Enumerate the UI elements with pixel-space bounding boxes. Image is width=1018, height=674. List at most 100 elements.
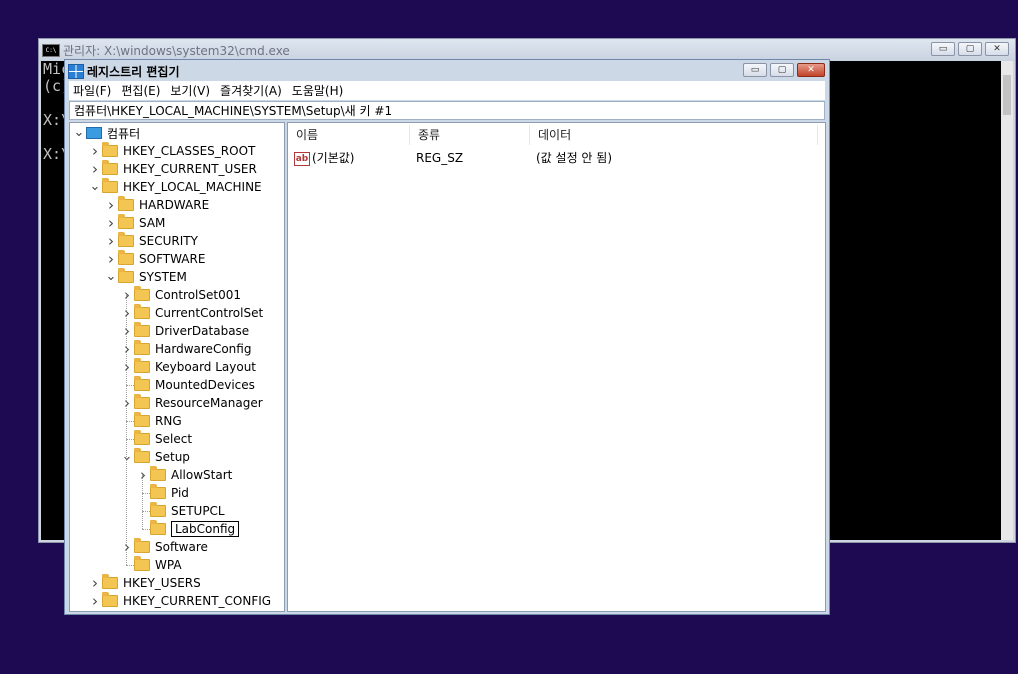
chevron-right-icon[interactable]: › (104, 232, 118, 250)
value-data: (값 설정 안 됨) (536, 151, 613, 165)
folder-icon (118, 214, 134, 229)
menu-file[interactable]: 파일(F) (73, 82, 111, 99)
regedit-close-button[interactable]: ✕ (797, 63, 825, 77)
tree-item[interactable]: ⌄ Setup (120, 448, 190, 466)
tree-item[interactable]: › HARDWARE (104, 196, 209, 214)
chevron-right-icon[interactable]: › (120, 340, 134, 358)
string-value-icon: ab (294, 151, 310, 166)
tree-guide-line (126, 439, 134, 440)
menu-view[interactable]: 보기(V) (170, 82, 210, 99)
chevron-right-icon[interactable]: › (120, 538, 134, 556)
chevron-right-icon[interactable]: › (120, 304, 134, 322)
cmd-window-title: 관리자: X:\windows\system32\cmd.exe (63, 44, 290, 58)
tree-item-label: HardwareConfig (155, 342, 252, 356)
cmd-close-button[interactable]: ✕ (985, 42, 1009, 56)
cmd-scrollbar-thumb[interactable] (1003, 75, 1011, 115)
tree-item[interactable]: ⌄ SYSTEM (104, 268, 187, 286)
tree-guide-line (126, 565, 134, 566)
chevron-right-icon[interactable]: › (104, 214, 118, 232)
chevron-down-icon[interactable]: ⌄ (120, 450, 134, 463)
folder-icon (118, 232, 134, 247)
folder-icon (134, 340, 150, 355)
computer-icon (86, 127, 102, 139)
menu-favorites[interactable]: 즐겨찾기(A) (220, 82, 282, 99)
folder-icon (150, 484, 166, 499)
folder-icon (118, 196, 134, 211)
chevron-right-icon[interactable]: › (120, 394, 134, 412)
regedit-minimize-button[interactable]: ▭ (743, 63, 767, 77)
tree-item[interactable]: › SECURITY (104, 232, 198, 250)
registry-tree[interactable]: ⌄ 컴퓨터 › HKEY_CLASSES_ROOT › HKEY_CURRENT_USER… (69, 122, 285, 612)
tree-item-label: DriverDatabase (155, 324, 250, 338)
folder-icon (150, 502, 166, 517)
chevron-right-icon[interactable]: › (88, 574, 102, 592)
tree-item-label: SECURITY (139, 234, 198, 248)
tree-item[interactable]: › AllowStart (136, 466, 232, 484)
tree-item[interactable]: › HKEY_CLASSES_ROOT (88, 142, 255, 160)
menu-help[interactable]: 도움말(H) (292, 82, 344, 99)
chevron-right-icon[interactable]: › (88, 160, 102, 178)
cmd-minimize-button[interactable]: ▭ (931, 42, 955, 56)
tree-item[interactable]: MountedDevices (120, 376, 255, 394)
tree-guide-line (142, 529, 150, 530)
column-header-name[interactable]: 이름 (288, 125, 410, 145)
tree-item-label: CurrentControlSet (155, 306, 264, 320)
tree-item-label: SOFTWARE (139, 252, 206, 266)
chevron-down-icon[interactable]: ⌄ (104, 270, 118, 283)
tree-item[interactable]: › HKEY_CURRENT_USER (88, 160, 257, 178)
chevron-right-icon[interactable]: › (88, 592, 102, 610)
chevron-down-icon[interactable]: ⌄ (72, 126, 86, 139)
tree-item[interactable]: › Software (120, 538, 208, 556)
chevron-right-icon[interactable]: › (104, 250, 118, 268)
tree-item[interactable]: › SOFTWARE (104, 250, 205, 268)
value-name: (기본값) (312, 151, 355, 165)
value-row[interactable]: ab (기본값) REG_SZ (값 설정 안 됨) (288, 149, 825, 167)
cmd-title-bar[interactable]: C:\ 관리자: X:\windows\system32\cmd.exe ▭ ▢… (39, 39, 1015, 61)
tree-item[interactable]: ⌄ 컴퓨터 (72, 124, 141, 142)
tree-item-label: WPA (155, 558, 182, 572)
tree-item[interactable]: › CurrentControlSet (120, 304, 263, 322)
tree-item-label: 컴퓨터 (107, 126, 141, 141)
tree-item-label: SETUPCL (171, 504, 225, 518)
chevron-right-icon[interactable]: › (136, 466, 150, 484)
tree-item[interactable]: › Keyboard Layout (120, 358, 256, 376)
tree-item-label: HKEY_USERS (123, 576, 201, 590)
address-bar[interactable]: 컴퓨터\HKEY_LOCAL_MACHINE\SYSTEM\Setup\새 키 … (69, 101, 825, 120)
chevron-right-icon[interactable]: › (120, 358, 134, 376)
tree-item-label: ControlSet001 (155, 288, 241, 302)
tree-item-label: HKEY_CURRENT_CONFIG (123, 594, 272, 608)
tree-item[interactable]: › HKEY_CURRENT_CONFIG (88, 592, 271, 610)
tree-item[interactable]: ⌄ HKEY_LOCAL_MACHINE (88, 178, 262, 196)
tree-item[interactable]: › ControlSet001 (120, 286, 241, 304)
tree-item[interactable]: LabConfig (136, 520, 240, 538)
tree-item[interactable]: › HKEY_USERS (88, 574, 201, 592)
regedit-window[interactable]: 레지스트리 편집기 ▭ ▢ ✕ 파일(F) 편집(E) 보기(V) 즐겨찾기(A… (64, 59, 830, 615)
folder-icon (134, 430, 150, 445)
chevron-right-icon[interactable]: › (120, 286, 134, 304)
regedit-title-bar[interactable]: 레지스트리 편집기 ▭ ▢ ✕ (65, 60, 829, 81)
menu-edit[interactable]: 편집(E) (121, 82, 160, 99)
column-header-data[interactable]: 데이터 (530, 125, 818, 145)
tree-item[interactable]: › HardwareConfig (120, 340, 251, 358)
chevron-right-icon[interactable]: › (120, 322, 134, 340)
tree-guide-line (126, 295, 127, 565)
tree-guide-line (126, 385, 134, 386)
tree-item-label: SYSTEM (139, 270, 187, 284)
tree-item-label: HKEY_LOCAL_MACHINE (123, 180, 262, 194)
folder-icon (102, 142, 118, 157)
folder-icon (150, 520, 166, 535)
tree-item[interactable]: › SAM (104, 214, 165, 232)
chevron-down-icon[interactable]: ⌄ (88, 180, 102, 193)
tree-item[interactable]: › ResourceManager (120, 394, 263, 412)
tree-guide-line (142, 511, 150, 512)
cmd-scrollbar[interactable] (1001, 61, 1013, 540)
chevron-right-icon[interactable]: › (88, 142, 102, 160)
cmd-maximize-button[interactable]: ▢ (958, 42, 982, 56)
column-header-type[interactable]: 종류 (410, 125, 530, 145)
values-list[interactable]: 이름 종류 데이터 ab (기본값) REG_SZ (값 설정 안 됨) (287, 122, 826, 612)
tree-item-rename-input[interactable]: LabConfig (171, 521, 240, 537)
regedit-maximize-button[interactable]: ▢ (770, 63, 794, 77)
folder-icon (134, 322, 150, 337)
chevron-right-icon[interactable]: › (104, 196, 118, 214)
tree-item[interactable]: › DriverDatabase (120, 322, 249, 340)
